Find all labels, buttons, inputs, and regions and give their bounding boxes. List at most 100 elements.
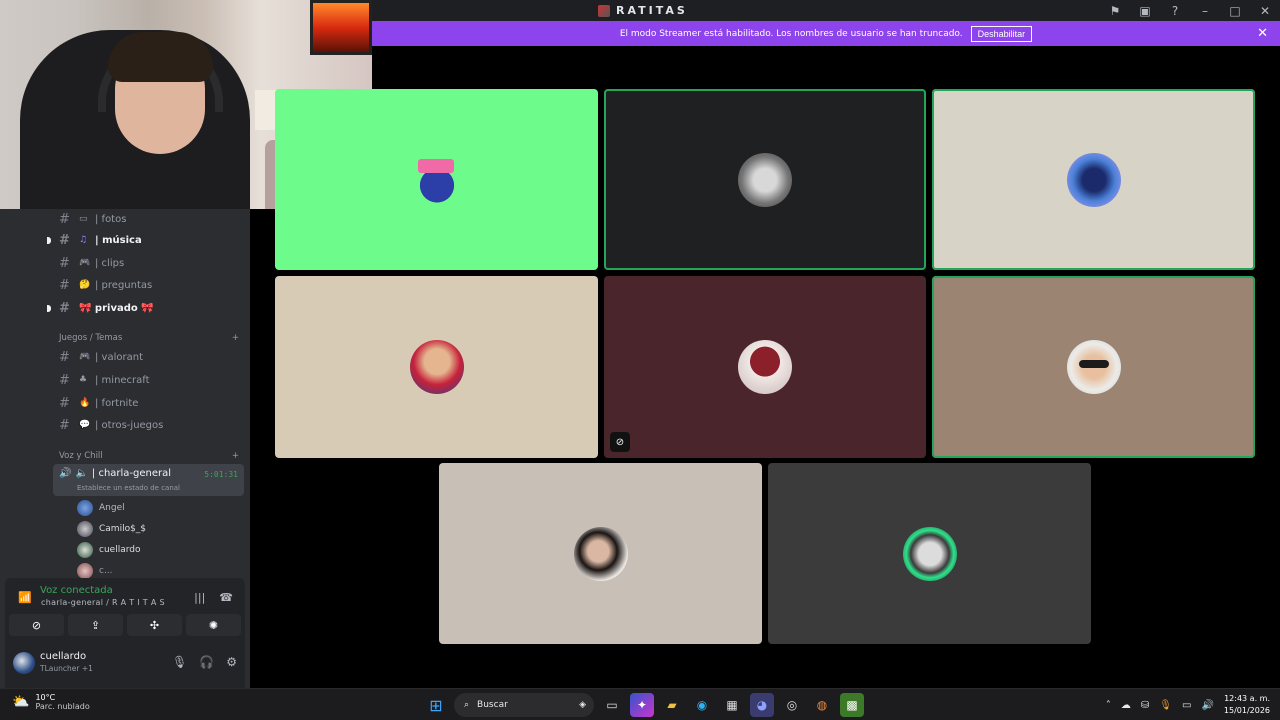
participant-avatar xyxy=(1066,340,1121,394)
hash-icon: # xyxy=(59,277,70,293)
voice-member[interactable]: c... xyxy=(77,563,113,579)
screen-share-icon: ⇪ xyxy=(90,618,101,632)
system-tray: ˄ ☁ ⛁ 🎙 ▭ 🔊 12:43 a. m. 15/01/2026 xyxy=(1106,693,1270,717)
avatar xyxy=(77,521,93,537)
voice-member[interactable]: Angel xyxy=(77,500,125,516)
hash-icon: # xyxy=(59,211,70,227)
unread-indicator xyxy=(47,237,51,244)
category-label: Juegos / Temas xyxy=(59,333,123,343)
edge-icon[interactable]: ◉ xyxy=(690,693,714,717)
inbox-flag-icon[interactable]: ⚑ xyxy=(1100,4,1130,18)
user-activity: TLauncher +1 xyxy=(40,664,93,673)
headphones-icon[interactable]: 🎧 xyxy=(199,655,214,669)
signal-icon[interactable]: 📶 xyxy=(18,591,32,604)
weather-desc: Parc. nublado xyxy=(35,702,90,711)
windows-start-icon[interactable]: ⊞ xyxy=(424,693,448,717)
participant-avatar xyxy=(738,152,792,207)
user-avatar[interactable] xyxy=(13,652,35,674)
chevron-up-icon[interactable]: ˄ xyxy=(1106,700,1111,711)
disconnect-icon[interactable]: ☎ xyxy=(219,591,233,604)
window-title: RATITAS xyxy=(616,4,688,17)
channel-label: | otros-juegos xyxy=(95,419,164,431)
noise-suppression-icon[interactable]: ||| xyxy=(194,591,205,604)
minecraft-launcher-icon[interactable]: ▩ xyxy=(840,693,864,717)
member-name: c... xyxy=(99,566,113,576)
network-icon[interactable]: ▭ xyxy=(1182,700,1191,711)
chrome-icon[interactable]: ◍ xyxy=(810,693,834,717)
camera-toggle-button[interactable]: ⊘ xyxy=(9,614,64,636)
onedrive-icon[interactable]: ☁ xyxy=(1121,700,1131,711)
search-placeholder: Buscar xyxy=(477,700,508,710)
channel-emoji: 🤔 xyxy=(79,280,91,290)
channel-privado[interactable]: # 🎀 privado 🎀 xyxy=(53,298,243,318)
search-icon: ⌕ xyxy=(464,700,470,710)
app-tray-icon[interactable]: ⛁ xyxy=(1141,700,1149,711)
minimize-icon[interactable]: – xyxy=(1190,4,1220,18)
help-icon[interactable]: ? xyxy=(1160,4,1190,18)
participant-tile[interactable] xyxy=(275,276,598,458)
participant-avatar xyxy=(573,526,628,581)
channel-clips[interactable]: # 🎮 | clips xyxy=(53,253,243,273)
mic-tray-icon[interactable]: 🎙 xyxy=(1159,700,1172,711)
microphone-icon[interactable]: 🎙 xyxy=(172,655,187,669)
discord-icon[interactable]: ◕ xyxy=(750,693,774,717)
voice-member[interactable]: cuellardo xyxy=(77,542,140,558)
channel-minecraft[interactable]: # ♣ | minecraft xyxy=(53,370,243,390)
volume-icon[interactable]: 🔊 xyxy=(1201,700,1213,711)
channel-fortnite[interactable]: # 🔥 | fortnite xyxy=(53,393,243,413)
channel-label: | fotos xyxy=(95,213,127,225)
channel-otros-juegos[interactable]: # 💬 | otros-juegos xyxy=(53,415,243,435)
clock-time: 12:43 a. m. xyxy=(1224,694,1270,703)
channel-musica[interactable]: # ♫ | música xyxy=(53,230,243,250)
category-voz[interactable]: Voz y Chill + xyxy=(59,451,239,461)
participant-tile[interactable] xyxy=(932,276,1255,458)
screen-icon[interactable]: ▣ xyxy=(1130,4,1160,18)
clock[interactable]: 12:43 a. m. 15/01/2026 xyxy=(1224,693,1270,717)
user-panel: cuellardo TLauncher +1 🎙 🎧 ⚙ xyxy=(5,640,245,688)
file-explorer-icon[interactable]: ▰ xyxy=(660,693,684,717)
settings-gear-icon[interactable]: ⚙ xyxy=(226,655,237,669)
screen-share-button[interactable]: ⇪ xyxy=(68,614,123,636)
channel-label: | fortnite xyxy=(95,397,139,409)
close-icon[interactable]: ✕ xyxy=(1257,26,1268,41)
server-icon xyxy=(598,4,610,17)
discord-window: RATITAS ⚑ ▣ ? – □ ✕ El modo Streamer est… xyxy=(0,0,1280,688)
add-channel-icon[interactable]: + xyxy=(232,333,239,343)
member-name: Angel xyxy=(99,503,125,513)
add-channel-icon[interactable]: + xyxy=(232,451,239,461)
channel-fotos[interactable]: # ▭ | fotos xyxy=(53,209,243,229)
activities-button[interactable]: ✣ xyxy=(127,614,182,636)
task-view-icon[interactable]: ▭ xyxy=(600,693,624,717)
avatar xyxy=(77,542,93,558)
soundboard-button[interactable]: ✺ xyxy=(186,614,241,636)
voice-member[interactable]: Camilo$_$ xyxy=(77,521,146,537)
member-name: cuellardo xyxy=(99,545,141,555)
store-icon[interactable]: ▦ xyxy=(720,693,744,717)
weather-widget[interactable]: ⛅ 10°C Parc. nublado xyxy=(12,693,90,711)
voice-subtitle[interactable]: charla-general / R A T I T A S xyxy=(41,598,165,607)
participant-tile[interactable]: ⊘ xyxy=(604,276,926,458)
taskbar-search[interactable]: ⌕ Buscar ◈ xyxy=(454,693,594,717)
copilot-icon[interactable]: ✦ xyxy=(630,693,654,717)
channel-emoji: 🔥 xyxy=(79,398,91,408)
category-juegos[interactable]: Juegos / Temas + xyxy=(59,333,239,343)
channel-status-prompt[interactable]: Establece un estado de canal xyxy=(77,484,180,492)
participant-tile[interactable] xyxy=(439,463,762,644)
participant-tile[interactable] xyxy=(604,89,926,270)
channel-valorant[interactable]: # 🎮 | valorant xyxy=(53,347,243,367)
channel-emoji: 🎮 xyxy=(79,258,91,268)
participant-tile[interactable] xyxy=(932,89,1255,270)
participant-tile[interactable] xyxy=(275,89,598,270)
channel-preguntas[interactable]: # 🤔 | preguntas xyxy=(53,275,243,295)
username[interactable]: cuellardo xyxy=(40,651,86,662)
maximize-icon[interactable]: □ xyxy=(1220,4,1250,18)
channel-emoji: ♣ xyxy=(79,375,88,385)
avatar xyxy=(77,500,93,516)
participant-tile[interactable] xyxy=(768,463,1091,644)
disable-streamer-button[interactable]: Deshabilitar xyxy=(970,25,1033,42)
close-window-icon[interactable]: ✕ xyxy=(1250,4,1280,18)
hash-icon: # xyxy=(59,255,70,271)
voice-channel-charla-general[interactable]: 🔊 🔈 | charla-general 5:01:31 Establece u… xyxy=(53,464,244,496)
obs-icon[interactable]: ◎ xyxy=(780,693,804,717)
clock-date: 15/01/2026 xyxy=(1223,706,1270,715)
